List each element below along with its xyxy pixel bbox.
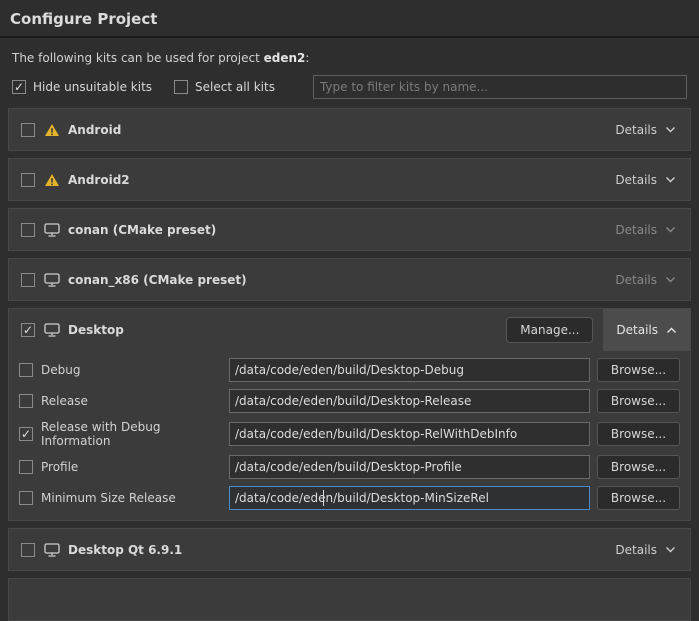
- chevron-down-icon: [665, 276, 676, 283]
- kit-row-desktop-qt: Desktop Qt 6.9.1 Details: [8, 528, 691, 571]
- build-dir-input-release[interactable]: [229, 389, 590, 413]
- details-label: Details: [616, 323, 658, 337]
- path-wrap: [229, 455, 590, 479]
- path-wrap: [229, 389, 590, 413]
- kit-name: Android2: [68, 173, 130, 187]
- select-all-label: Select all kits: [195, 80, 275, 94]
- build-config-row-release: Release Browse...: [19, 389, 680, 413]
- path-wrap: [229, 358, 590, 382]
- details-label: Details: [615, 273, 657, 287]
- chevron-down-icon: [665, 126, 676, 133]
- desktop-icon: [44, 223, 60, 237]
- desktop-icon: [44, 323, 60, 337]
- config-label: Minimum Size Release: [41, 491, 229, 505]
- kit-row-partial: [8, 578, 691, 621]
- config-label: Profile: [41, 460, 229, 474]
- chevron-down-icon: [665, 176, 676, 183]
- kit-row-android2: Android2 Details: [8, 158, 691, 201]
- intro-suffix: :: [305, 51, 309, 65]
- hide-unsuitable-kits-option[interactable]: ✓ Hide unsuitable kits: [12, 80, 152, 94]
- config-checkbox[interactable]: [19, 491, 33, 505]
- build-config-row-minsizerel: Minimum Size Release Browse...: [19, 486, 680, 510]
- kit-filter-input[interactable]: [313, 75, 687, 99]
- browse-button[interactable]: Browse...: [597, 455, 680, 479]
- config-checkbox[interactable]: [19, 460, 33, 474]
- details-button[interactable]: Details: [601, 109, 690, 150]
- kit-checkbox[interactable]: ✓: [21, 323, 35, 337]
- kit-filter-toolbar: ✓ Hide unsuitable kits Select all kits: [12, 75, 687, 99]
- kit-name: Desktop Qt 6.9.1: [68, 543, 182, 557]
- details-button[interactable]: Details: [601, 159, 690, 200]
- build-dir-input-debug[interactable]: [229, 358, 590, 382]
- build-dir-input-profile[interactable]: [229, 455, 590, 479]
- details-button[interactable]: Details: [601, 529, 690, 570]
- config-checkbox[interactable]: ✓: [19, 427, 33, 441]
- build-dir-input-minsizerel[interactable]: [229, 486, 590, 510]
- details-label: Details: [615, 543, 657, 557]
- intro-text: The following kits can be used for proje…: [12, 51, 687, 65]
- kit-checkbox[interactable]: [21, 223, 35, 237]
- path-wrap: [229, 422, 590, 446]
- kit-checkbox[interactable]: [21, 273, 35, 287]
- kit-checkbox[interactable]: [21, 123, 35, 137]
- kit-list: Android Details Android2 Details conan (…: [0, 108, 699, 621]
- kit-name: Android: [68, 123, 121, 137]
- intro-prefix: The following kits can be used for proje…: [12, 51, 264, 65]
- title-separator: [0, 36, 699, 38]
- details-label: Details: [615, 173, 657, 187]
- desktop-icon: [44, 543, 60, 557]
- details-button-disabled: Details: [601, 259, 690, 300]
- path-wrap-focused: [229, 486, 590, 510]
- build-config-row-debug: Debug Browse...: [19, 358, 680, 382]
- kit-row-android: Android Details: [8, 108, 691, 151]
- config-checkbox[interactable]: [19, 394, 33, 408]
- hide-unsuitable-checkbox[interactable]: ✓: [12, 80, 26, 94]
- project-name: eden2: [264, 51, 306, 65]
- kit-name: conan_x86 (CMake preset): [68, 273, 247, 287]
- details-button-disabled: Details: [601, 209, 690, 250]
- kit-panel-desktop: ✓ Desktop Manage... Details Debug Browse…: [8, 308, 691, 521]
- details-label: Details: [615, 123, 657, 137]
- page-title: Configure Project: [0, 0, 699, 36]
- warning-icon: [44, 123, 60, 137]
- kit-row-conan-x86: conan_x86 (CMake preset) Details: [8, 258, 691, 301]
- desktop-icon: [44, 273, 60, 287]
- warning-icon: [44, 173, 60, 187]
- kit-row-desktop: ✓ Desktop Manage... Details: [9, 309, 690, 351]
- kit-row-conan: conan (CMake preset) Details: [8, 208, 691, 251]
- select-all-kits-option[interactable]: Select all kits: [174, 80, 275, 94]
- details-label: Details: [615, 223, 657, 237]
- build-config-row-relwithdebinfo: ✓ Release with Debug Information Browse.…: [19, 420, 680, 448]
- kit-name: conan (CMake preset): [68, 223, 216, 237]
- text-caret: [323, 490, 324, 506]
- details-button[interactable]: Details: [603, 309, 690, 351]
- kit-name: Desktop: [68, 323, 124, 337]
- manage-button[interactable]: Manage...: [506, 317, 593, 343]
- config-label: Release: [41, 394, 229, 408]
- build-dir-input-relwithdebinfo[interactable]: [229, 422, 590, 446]
- config-label: Release with Debug Information: [41, 420, 229, 448]
- browse-button[interactable]: Browse...: [597, 486, 680, 510]
- chevron-down-icon: [665, 226, 676, 233]
- build-config-row-profile: Profile Browse...: [19, 455, 680, 479]
- browse-button[interactable]: Browse...: [597, 422, 680, 446]
- browse-button[interactable]: Browse...: [597, 389, 680, 413]
- chevron-up-icon: [666, 327, 677, 334]
- config-checkbox[interactable]: [19, 363, 33, 377]
- chevron-down-icon: [665, 546, 676, 553]
- select-all-checkbox[interactable]: [174, 80, 188, 94]
- kit-checkbox[interactable]: [21, 543, 35, 557]
- browse-button[interactable]: Browse...: [597, 358, 680, 382]
- config-label: Debug: [41, 363, 229, 377]
- kit-checkbox[interactable]: [21, 173, 35, 187]
- kit-filter-wrap: [313, 75, 687, 99]
- hide-unsuitable-label: Hide unsuitable kits: [33, 80, 152, 94]
